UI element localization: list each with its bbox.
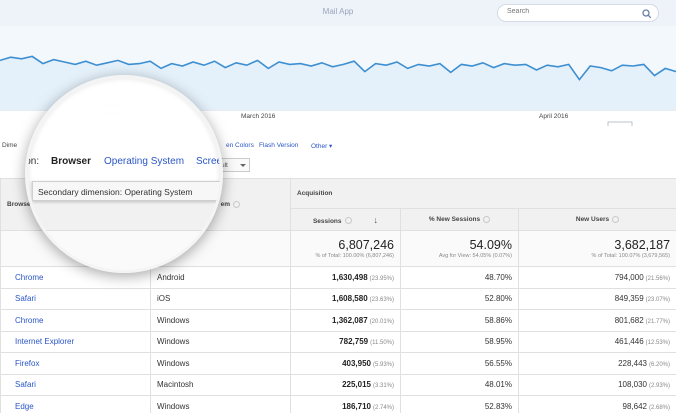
col-header-new-sessions[interactable]: % New Sessions: [400, 208, 519, 231]
browser-link[interactable]: Internet Explorer: [0, 330, 151, 353]
sessions-cell: 186,710 (2.74%): [290, 395, 401, 413]
sessions-cell: 1,630,498 (23.95%): [290, 266, 401, 289]
os-cell: Windows: [150, 395, 291, 413]
table-row: Edge Windows 186,710 (2.74%) 52.83% 98,64…: [0, 395, 676, 413]
table-row: Firefox Windows 403,950 (5.93%) 56.55% 22…: [0, 352, 676, 375]
table-row: Internet Explorer Windows 782,759 (11.50%…: [0, 330, 676, 353]
new-sessions-cell: 48.01%: [400, 373, 519, 396]
dimension-link-flash-version[interactable]: Flash Version: [259, 142, 298, 149]
os-cell: Windows: [150, 309, 291, 332]
help-icon[interactable]: [344, 217, 352, 225]
sessions-cell: 225,015 (3.31%): [290, 373, 401, 396]
total-sessions: 6,807,246: [338, 237, 394, 252]
help-icon[interactable]: [612, 215, 620, 223]
help-icon[interactable]: [233, 200, 240, 208]
dimension-link-operating-system[interactable]: Operating System: [104, 156, 184, 167]
table-row: Safari iOS 1,608,580 (23.63%) 52.80% 849,…: [0, 287, 676, 310]
dimension-link-screen-colors[interactable]: en Colors: [226, 142, 254, 149]
dimension-browser-selected[interactable]: Browser: [51, 156, 91, 167]
sessions-cell: 1,608,580 (23.63%): [290, 287, 401, 310]
os-cell: Macintosh: [150, 373, 291, 396]
new-users-cell: 849,359 (23.07%): [517, 287, 676, 310]
new-users-cell: 794,000 (21.56%): [517, 266, 676, 289]
primary-dimension-label: Dime: [2, 142, 18, 149]
help-icon[interactable]: [483, 215, 491, 223]
search-icon[interactable]: [642, 7, 652, 25]
col-header-sessions[interactable]: Sessions ↓: [290, 208, 401, 231]
total-new-users: 3,682,187: [614, 237, 671, 252]
x-tick-label: March 2016: [241, 113, 276, 120]
new-users-cell: 108,030 (2.93%): [517, 373, 676, 396]
os-cell: iOS: [150, 287, 291, 310]
browser-link[interactable]: Safari: [0, 287, 151, 310]
new-users-cell: 228,443 (6.20%): [517, 352, 676, 375]
new-users-cell: 98,642 (2.68%): [517, 395, 676, 413]
primary-dimension-label: sion:: [25, 156, 40, 167]
group-header-acquisition: Acquisition: [289, 178, 676, 209]
new-sessions-cell: 56.55%: [400, 352, 519, 375]
total-sessions-sub: % of Total: 100.00% (6,807,246): [315, 252, 394, 259]
new-sessions-cell: 58.95%: [400, 330, 519, 353]
new-users-cell: 461,446 (12.53%): [517, 330, 676, 353]
sessions-cell: 782,759 (11.50%): [290, 330, 401, 353]
chevron-down-icon: [240, 164, 246, 167]
search-box[interactable]: [497, 4, 659, 22]
browser-link[interactable]: Chrome: [0, 309, 151, 332]
sessions-cell: 403,950 (5.93%): [290, 352, 401, 375]
os-cell: Windows: [150, 352, 291, 375]
search-input[interactable]: [507, 8, 627, 15]
top-bar: Mail App: [0, 0, 676, 26]
new-sessions-cell: 52.83%: [400, 395, 519, 413]
dimension-link-screen[interactable]: Scree: [196, 156, 220, 167]
new-sessions-cell: 58.86%: [400, 309, 519, 332]
browser-link[interactable]: Firefox: [0, 352, 151, 375]
new-sessions-cell: 52.80%: [400, 287, 519, 310]
secondary-dimension-tooltip: Secondary dimension: Operating System: [32, 181, 220, 201]
total-new-users-sub: % of Total: 100.07% (3,679,565): [591, 252, 671, 259]
total-new-sessions: 54.09%: [469, 237, 512, 252]
sessions-cell: 1,362,087 (20.01%): [290, 309, 401, 332]
browser-link[interactable]: Safari: [0, 373, 151, 396]
new-users-cell: 801,682 (21.77%): [517, 309, 676, 332]
table-row: Chrome Windows 1,362,087 (20.01%) 58.86% …: [0, 309, 676, 332]
total-new-sessions-sub: Avg for View: 54.05% (0.07%): [438, 252, 512, 259]
magnifier-lens: sion: Browser Operating System Scree Sec…: [25, 75, 223, 273]
sort-down-icon[interactable]: ↓: [374, 215, 379, 225]
dimension-link-other[interactable]: Other ▾: [311, 142, 332, 150]
magnified-totals-row: [28, 230, 220, 270]
browser-link[interactable]: Edge: [0, 395, 151, 413]
new-sessions-cell: 48.70%: [400, 266, 519, 289]
col-header-new-users[interactable]: New Users: [517, 208, 676, 231]
x-tick-label: April 2016: [539, 113, 569, 120]
os-cell: Windows: [150, 330, 291, 353]
table-row: Safari Macintosh 225,015 (3.31%) 48.01% 1…: [0, 373, 676, 396]
